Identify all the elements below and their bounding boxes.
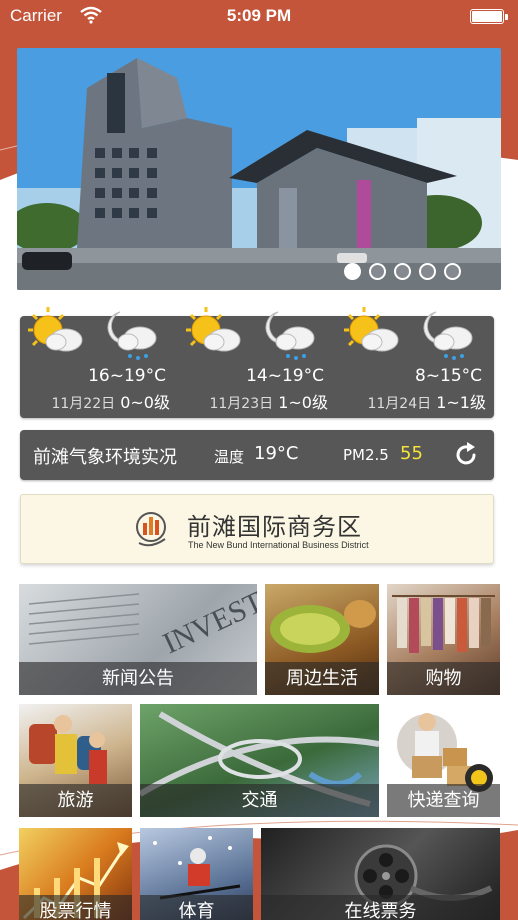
forecast-temp: 14~19°C <box>246 366 324 386</box>
forecast-wind: 0~0级 <box>120 393 170 412</box>
night-rain-icon <box>107 311 157 360</box>
district-logo <box>136 512 166 547</box>
tile-label: 在线票务 <box>261 895 500 920</box>
pm25-label: PM2.5 <box>343 446 389 464</box>
sunny-cloudy-icon <box>28 307 83 352</box>
tile-label: 体育 <box>140 895 253 920</box>
district-name-en: The New Bund International Business Dist… <box>188 540 369 550</box>
refresh-icon[interactable] <box>452 441 480 469</box>
night-rain-icon <box>265 311 315 360</box>
carousel-indicator[interactable] <box>344 263 461 280</box>
forecast-temp: 16~19°C <box>88 366 166 386</box>
tile-ticket[interactable]: 在线票务 <box>261 828 500 920</box>
weather-forecast: 16~19°C 11月22日 0~0级 14~19°C 11月23日 1~0级 <box>20 307 494 418</box>
sunny-cloudy-icon <box>344 307 399 352</box>
forecast-date: 11月24日 <box>367 396 432 412</box>
tile-travel[interactable]: 旅游 <box>19 704 132 817</box>
forecast-date: 11月23日 <box>209 396 274 412</box>
pm25-value: 55 <box>400 443 423 464</box>
sunny-cloudy-icon <box>186 307 241 352</box>
night-rain-icon <box>423 311 473 360</box>
tile-label: 交通 <box>140 784 379 817</box>
live-conditions-bar: 前滩气象环境实况 温度 19°C PM2.5 55 <box>20 430 494 480</box>
forecast-temp: 8~15°C <box>414 366 482 386</box>
temperature-value: 19°C <box>254 443 299 464</box>
battery-icon <box>470 9 508 24</box>
building-image <box>17 48 501 290</box>
clock: 5:09 PM <box>226 6 292 25</box>
tile-label: 旅游 <box>19 784 132 817</box>
tile-label: 购物 <box>387 662 500 695</box>
tile-sport[interactable]: 体育 <box>140 828 253 920</box>
hero-carousel[interactable] <box>17 48 501 290</box>
tile-life[interactable]: 周边生活 <box>265 584 379 695</box>
forecast-day: 14~19°C 11月23日 1~0级 <box>178 307 336 418</box>
carousel-dot-1[interactable] <box>344 263 361 280</box>
forecast-day: 8~15°C 11月24日 1~1级 <box>336 307 494 418</box>
forecast-wind: 1~0级 <box>278 393 328 412</box>
tile-label: 快递查询 <box>387 784 500 817</box>
tile-label: 新闻公告 <box>19 662 257 695</box>
status-bar: Carrier 5:09 PM <box>0 0 518 34</box>
tile-news[interactable]: INVEST 新闻公告 <box>19 584 257 695</box>
forecast-wind: 1~1级 <box>436 393 486 412</box>
forecast-date: 11月22日 <box>51 396 116 412</box>
forecast-day: 16~19°C 11月22日 0~0级 <box>20 307 178 418</box>
carousel-dot-2[interactable] <box>369 263 386 280</box>
carousel-dot-3[interactable] <box>394 263 411 280</box>
temperature-label: 温度 <box>214 448 245 466</box>
district-name: 前滩国际商务区 <box>187 513 362 541</box>
tile-shopping[interactable]: 购物 <box>387 584 500 695</box>
tile-stock[interactable]: 股票行情 <box>19 828 132 920</box>
tile-traffic[interactable]: 交通 <box>140 704 379 817</box>
svg-text:INVEST: INVEST <box>158 585 257 660</box>
tile-express[interactable]: 快递查询 <box>387 704 500 817</box>
live-conditions-title: 前滩气象环境实况 <box>33 447 177 468</box>
tile-label: 周边生活 <box>265 662 379 695</box>
district-banner[interactable]: 前滩国际商务区 The New Bund International Busin… <box>20 494 494 564</box>
carousel-dot-4[interactable] <box>419 263 436 280</box>
tile-label: 股票行情 <box>19 895 132 920</box>
carousel-dot-5[interactable] <box>444 263 461 280</box>
